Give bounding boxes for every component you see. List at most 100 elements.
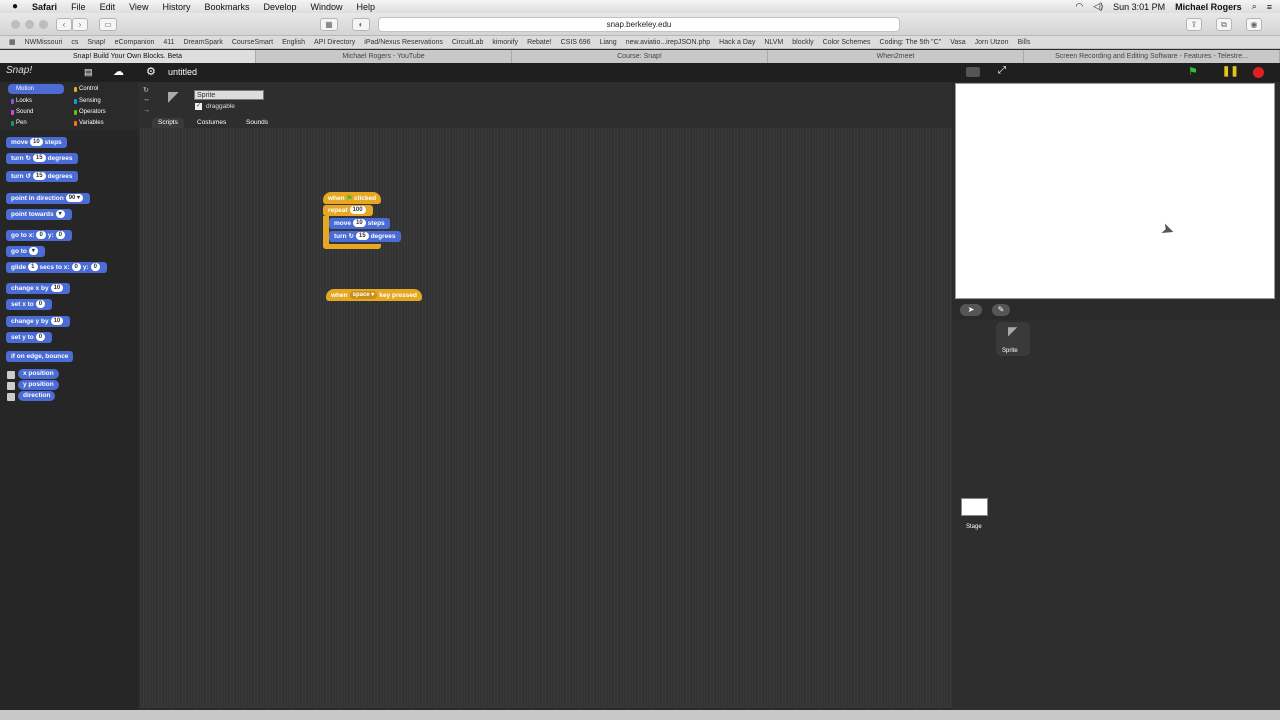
- user-name[interactable]: Michael Rogers: [1175, 2, 1242, 12]
- bookmark[interactable]: Vasa: [950, 39, 965, 46]
- pause-icon[interactable]: ❚❚: [1222, 66, 1239, 77]
- close-window-button[interactable]: [11, 20, 20, 29]
- cloud-icon[interactable]: ☁: [113, 65, 124, 78]
- bookmark[interactable]: blockly: [792, 39, 813, 46]
- reporter-direction[interactable]: direction: [18, 391, 56, 401]
- bookmark[interactable]: Coding: The 5th "C": [880, 39, 942, 46]
- checkbox-y-position[interactable]: [7, 382, 15, 390]
- category-motion[interactable]: Motion: [8, 84, 64, 94]
- block-glide[interactable]: glide 1 secs to x: 0 y: 0: [6, 262, 107, 273]
- new-turtle-sprite-icon[interactable]: ➤: [960, 304, 982, 316]
- category-pen[interactable]: Pen: [8, 118, 64, 128]
- block-change-y[interactable]: change y by 10: [6, 316, 71, 327]
- scripting-area[interactable]: when ⚑ clicked repeat 100 move 10 steps tur…: [140, 128, 952, 708]
- block-turn-clockwise[interactable]: turn ↻ 15 degrees: [6, 153, 78, 164]
- corral-stage-thumbnail[interactable]: [961, 498, 988, 516]
- bookmark[interactable]: kimonify: [492, 39, 518, 46]
- file-icon[interactable]: ▤: [84, 67, 93, 78]
- category-variables[interactable]: Variables: [71, 118, 127, 128]
- block-go-to[interactable]: go to ▾: [6, 246, 45, 257]
- block-repeat[interactable]: repeat 100: [323, 205, 373, 216]
- volume-icon[interactable]: ◁): [1093, 1, 1103, 12]
- block-point-in-direction[interactable]: point in direction 90 ▾: [6, 193, 91, 204]
- checkbox-direction[interactable]: [7, 393, 15, 401]
- block-set-x[interactable]: set x to 0: [6, 299, 53, 310]
- spotlight-icon[interactable]: ⌕: [1252, 1, 1257, 12]
- draggable-checkbox[interactable]: ✓: [195, 103, 202, 110]
- bookmark[interactable]: new.aviatio...irepJSON.php: [626, 39, 710, 46]
- category-control[interactable]: Control: [71, 84, 127, 94]
- rotation-style-icon[interactable]: ↻: [143, 86, 149, 94]
- bookmark[interactable]: Snap!: [87, 39, 105, 46]
- bookmark[interactable]: iPad/Nexus Reservations: [364, 39, 443, 46]
- block-turn-clockwise[interactable]: turn ↻ 15 degrees: [329, 231, 401, 242]
- menu-file[interactable]: File: [71, 2, 86, 12]
- menu-app[interactable]: Safari: [32, 2, 57, 12]
- rotation-none-icon[interactable]: →: [143, 107, 150, 114]
- settings-gear-icon[interactable]: ⚙: [146, 65, 156, 78]
- bookmark[interactable]: API Directory: [314, 39, 355, 46]
- menu-view[interactable]: View: [129, 2, 148, 12]
- rotation-lr-icon[interactable]: ↔: [143, 96, 150, 103]
- browser-tab[interactable]: When2meet: [768, 50, 1024, 63]
- sprite-arrow-icon[interactable]: ➤: [1158, 218, 1177, 241]
- browser-tab[interactable]: Snap! Build Your Own Blocks. Beta: [0, 50, 256, 63]
- bookmark[interactable]: English: [282, 39, 305, 46]
- reporter-y-position[interactable]: y position: [18, 380, 59, 390]
- checkbox-x-position[interactable]: [7, 371, 15, 379]
- downloads-icon[interactable]: ◉: [1246, 18, 1262, 31]
- bookmark[interactable]: Liang: [600, 39, 617, 46]
- block-move[interactable]: move 10 steps: [6, 137, 67, 148]
- forward-icon[interactable]: ›: [72, 18, 88, 31]
- url-bar[interactable]: snap.berkeley.edu: [378, 17, 900, 32]
- sidebar-icon[interactable]: ▭: [99, 18, 117, 31]
- menu-bookmarks[interactable]: Bookmarks: [204, 2, 249, 12]
- bookmark[interactable]: NWMissouri: [25, 39, 63, 46]
- menu-window[interactable]: Window: [311, 2, 343, 12]
- bookmark[interactable]: Bills: [1017, 39, 1030, 46]
- block-go-to-xy[interactable]: go to x: 0 y: 0: [6, 230, 72, 241]
- clock[interactable]: Sun 3:01 PM: [1113, 2, 1165, 12]
- block-point-towards[interactable]: point towards ▾: [6, 209, 72, 220]
- stop-icon[interactable]: [1253, 67, 1264, 78]
- menu-develop[interactable]: Develop: [263, 2, 296, 12]
- share-icon[interactable]: ⇪: [1186, 18, 1202, 31]
- corral-sprite[interactable]: ◤ Sprite: [996, 322, 1030, 356]
- bookmark[interactable]: Color Schemes: [823, 39, 871, 46]
- content-blocker-icon[interactable]: ◐: [352, 18, 370, 31]
- browser-tab[interactable]: Course: Snap!: [512, 50, 768, 63]
- paint-new-sprite-icon[interactable]: ✎: [992, 304, 1010, 316]
- grid-icon[interactable]: ▦: [9, 38, 16, 46]
- reporter-x-position[interactable]: x position: [18, 369, 59, 379]
- block-when-flag-clicked[interactable]: when ⚑ clicked: [323, 192, 382, 204]
- green-flag-icon[interactable]: ⚑: [1188, 65, 1198, 78]
- top-sites-icon[interactable]: ▦: [320, 18, 338, 31]
- browser-tab[interactable]: Screen Recording and Editing Software - …: [1024, 50, 1280, 63]
- menu-help[interactable]: Help: [357, 2, 376, 12]
- stage-size-icon[interactable]: [966, 67, 980, 77]
- back-icon[interactable]: ‹: [56, 18, 72, 31]
- presentation-mode-icon[interactable]: ⤢: [998, 65, 1006, 76]
- browser-tab[interactable]: Michael Rogers - YouTube: [256, 50, 512, 63]
- snap-logo[interactable]: Snap!: [6, 65, 32, 76]
- sprite-name-field[interactable]: Sprite: [194, 90, 264, 100]
- block-turn-counterclockwise[interactable]: turn ↺ 15 degrees: [6, 171, 78, 182]
- bookmark[interactable]: 411: [163, 39, 174, 46]
- minimize-window-button[interactable]: [25, 20, 34, 29]
- bookmark[interactable]: Rebate!: [527, 39, 552, 46]
- zoom-window-button[interactable]: [39, 20, 48, 29]
- block-set-y[interactable]: set y to 0: [6, 332, 53, 343]
- bookmark[interactable]: CSIS 696: [561, 39, 591, 46]
- category-looks[interactable]: Looks: [8, 96, 64, 106]
- block-when-key-pressed[interactable]: when space ▾ key pressed: [326, 289, 422, 301]
- menu-history[interactable]: History: [162, 2, 190, 12]
- apple-icon[interactable]: ●: [12, 1, 18, 12]
- notification-icon[interactable]: ≡: [1267, 2, 1272, 12]
- bookmark[interactable]: DreamSpark: [184, 39, 223, 46]
- bookmark[interactable]: Jorn Utzon: [975, 39, 1009, 46]
- category-sound[interactable]: Sound: [8, 107, 64, 117]
- bookmark[interactable]: CourseSmart: [232, 39, 273, 46]
- wifi-icon[interactable]: ◠: [1075, 1, 1083, 12]
- bookmark[interactable]: Hack a Day: [719, 39, 755, 46]
- tab-scripts[interactable]: Scripts: [152, 118, 184, 128]
